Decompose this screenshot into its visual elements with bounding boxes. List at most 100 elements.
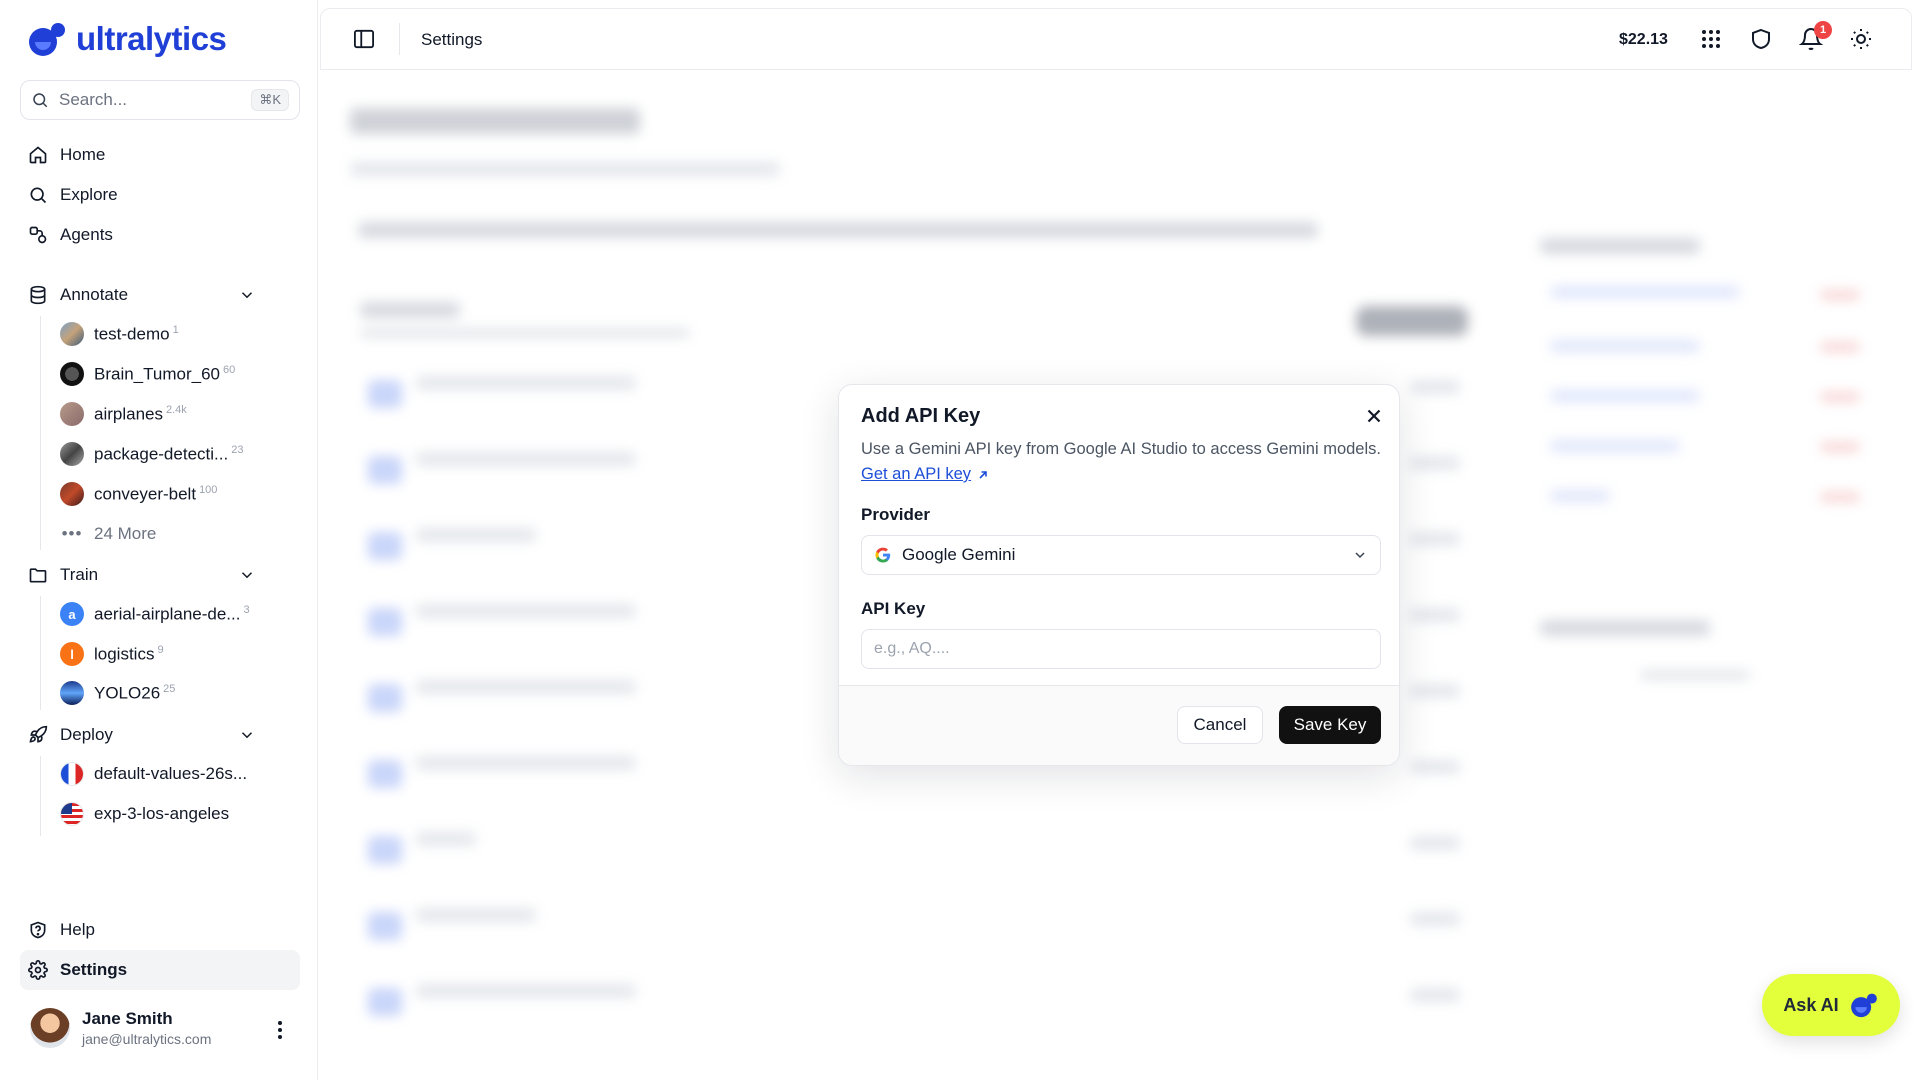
cancel-button[interactable]: Cancel [1177,706,1263,744]
database-icon [30,285,46,305]
get-api-key-link[interactable]: Get an API key [861,465,971,483]
annotate-item-conveyer-belt[interactable]: conveyer-belt 100 [60,479,217,509]
item-count: 9 [157,643,164,656]
external-link-icon [979,470,987,479]
train-item-logistics[interactable]: l logistics 9 [60,639,164,669]
tree-line [40,756,41,836]
item-label: exp-3-los-angeles [94,804,230,823]
section-deploy[interactable]: Deploy [28,719,113,751]
provider-value: Google Gemini [902,545,1016,564]
section-annotate-label: Annotate [60,285,129,304]
item-label: test-demo [94,324,170,344]
sidebar-toggle-icon[interactable] [353,29,375,49]
dialog-title: Add API Key [861,405,981,427]
search-bar[interactable]: Search... ⌘K [20,80,300,120]
item-label: YOLO26 [94,683,161,703]
project-avatar: l [60,642,84,666]
train-item-yolo26[interactable]: YOLO26 25 [60,678,175,708]
logo[interactable]: ultralytics [26,18,227,60]
folder-icon [29,568,47,583]
logo-text: ultralytics [76,20,227,57]
search-shortcut: ⌘K [251,89,289,111]
add-api-key-dialog: Add API Key Use a Gemini API key from Go… [838,384,1400,766]
page-title: Settings [421,30,483,49]
section-train-label: Train [60,565,99,584]
dataset-thumbnail [60,402,84,426]
close-icon[interactable] [1363,405,1385,427]
dialog-footer: Cancel Save Key [839,685,1399,765]
nav-settings[interactable]: Settings [28,954,127,986]
shield-icon[interactable] [1749,27,1773,51]
item-label: aerial-airplane-de... [94,604,241,624]
train-item-aerial-airplane[interactable]: a aerial-airplane-de... 3 [60,599,250,629]
dataset-thumbnail [60,442,84,466]
item-label: Brain_Tumor_60 [94,364,220,384]
item-count: 25 [163,682,176,695]
ultralytics-logo-icon [1850,993,1877,1018]
chevron-down-icon[interactable] [238,286,256,304]
avatar [30,1008,70,1048]
section-annotate[interactable]: Annotate [28,279,128,311]
annotate-item-airplanes[interactable]: airplanes 2.4k [60,399,187,429]
nav-explore-label: Explore [60,185,118,204]
more-dots-icon: ••• [61,524,83,543]
project-avatar: a [60,602,84,626]
item-count: 3 [243,603,250,616]
apps-grid-icon[interactable] [1699,27,1723,51]
dataset-thumbnail [60,322,84,346]
user-email: jane@ultralytics.com [82,1031,212,1047]
dataset-thumbnail [60,482,84,506]
nav-help-label: Help [60,920,95,939]
section-train[interactable]: Train [28,559,98,591]
item-label: logistics [94,644,155,664]
dataset-thumbnail [60,362,84,386]
item-count: 60 [223,363,236,376]
agents-icon [29,226,47,244]
divider [399,23,400,55]
ultralytics-logo-icon [26,18,68,60]
ask-ai-button[interactable]: Ask AI [1762,974,1900,1036]
chevron-down-icon[interactable] [238,726,256,744]
annotate-item-brain-tumor[interactable]: Brain_Tumor_60 60 [60,359,235,389]
nav-help[interactable]: Help [28,914,95,946]
sidebar: ultralytics Search... ⌘K Home Explore Ag… [0,0,318,1080]
item-count: 2.4k [166,403,187,416]
chevron-down-icon [1355,552,1365,559]
project-avatar [60,681,84,705]
annotate-item-test-demo[interactable]: test-demo 1 [60,319,179,349]
provider-select[interactable]: Google Gemini [861,535,1381,575]
nav-agents-label: Agents [60,225,113,244]
item-count: 23 [231,443,244,456]
user-profile[interactable]: Jane Smith jane@ultralytics.com [30,1008,211,1048]
annotate-more[interactable]: ••• 24 More [60,519,157,549]
search-placeholder: Search... [59,90,128,109]
description-text: Use a Gemini API key from Google AI Stud… [861,440,1381,458]
item-label: default-values-26s... [94,764,248,783]
item-count: 1 [172,323,179,336]
gear-icon [28,960,48,980]
chevron-down-icon[interactable] [238,566,256,584]
item-label: conveyer-belt [94,484,197,504]
save-key-button[interactable]: Save Key [1279,706,1381,744]
item-label: package-detecti... [94,444,229,464]
nav-home[interactable]: Home [28,139,105,171]
nav-settings-label: Settings [60,960,128,979]
sun-icon[interactable] [1849,27,1873,51]
deploy-item-default-values[interactable]: default-values-26s... [60,759,247,789]
nav-agents[interactable]: Agents [28,219,113,251]
api-key-input[interactable] [861,629,1381,669]
nav-home-label: Home [60,145,106,164]
nav-explore[interactable]: Explore [28,179,118,211]
more-vertical-icon[interactable] [270,1018,290,1042]
search-icon [33,93,48,108]
annotate-item-package-detection[interactable]: package-detecti... 23 [60,439,243,469]
deploy-item-exp-3-los-angeles[interactable]: exp-3-los-angeles [60,799,229,829]
tree-line [40,596,41,710]
credits-balance[interactable]: $22.13 [1619,31,1668,49]
item-count: 100 [199,483,218,496]
item-label: airplanes [94,404,163,424]
dialog-description: Use a Gemini API key from Google AI Stud… [861,437,1381,487]
tree-line [40,316,41,550]
rocket-icon [29,725,48,743]
home-icon [29,146,47,164]
